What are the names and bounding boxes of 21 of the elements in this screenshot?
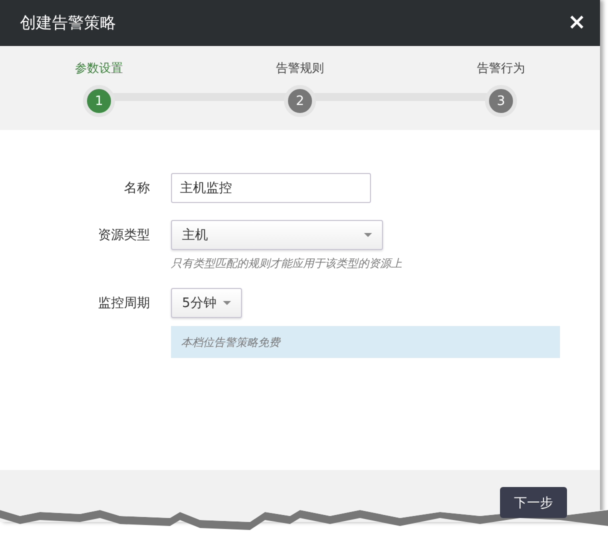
- name-field[interactable]: 主机监控: [171, 173, 371, 203]
- select-field[interactable]: 5分钟: [171, 288, 242, 318]
- step-number: 3: [485, 85, 517, 117]
- step-number: 1: [83, 85, 115, 117]
- step-label: 参数设置: [75, 60, 123, 77]
- dialog-title: 创建告警策略: [20, 12, 116, 34]
- field-label: 监控周期: [98, 295, 150, 312]
- step-number: 2: [284, 85, 316, 117]
- caret-icon: [223, 301, 231, 305]
- caret-icon: [364, 233, 372, 237]
- step-label: 告警规则: [276, 60, 324, 77]
- field-label: 名称: [124, 180, 150, 197]
- selected-value: 主机: [182, 227, 208, 244]
- step-label: 告警行为: [477, 60, 525, 77]
- field-label: 资源类型: [98, 227, 150, 244]
- select-field[interactable]: 主机: [171, 220, 383, 250]
- close-button[interactable]: ×: [568, 12, 586, 34]
- next-button[interactable]: 下一步: [500, 487, 567, 518]
- selected-value: 5分钟: [182, 295, 216, 312]
- help-text: 只有类型匹配的规则才能应用于该类型的资源上: [171, 256, 403, 271]
- info-message: 本档位告警策略免费: [171, 326, 560, 358]
